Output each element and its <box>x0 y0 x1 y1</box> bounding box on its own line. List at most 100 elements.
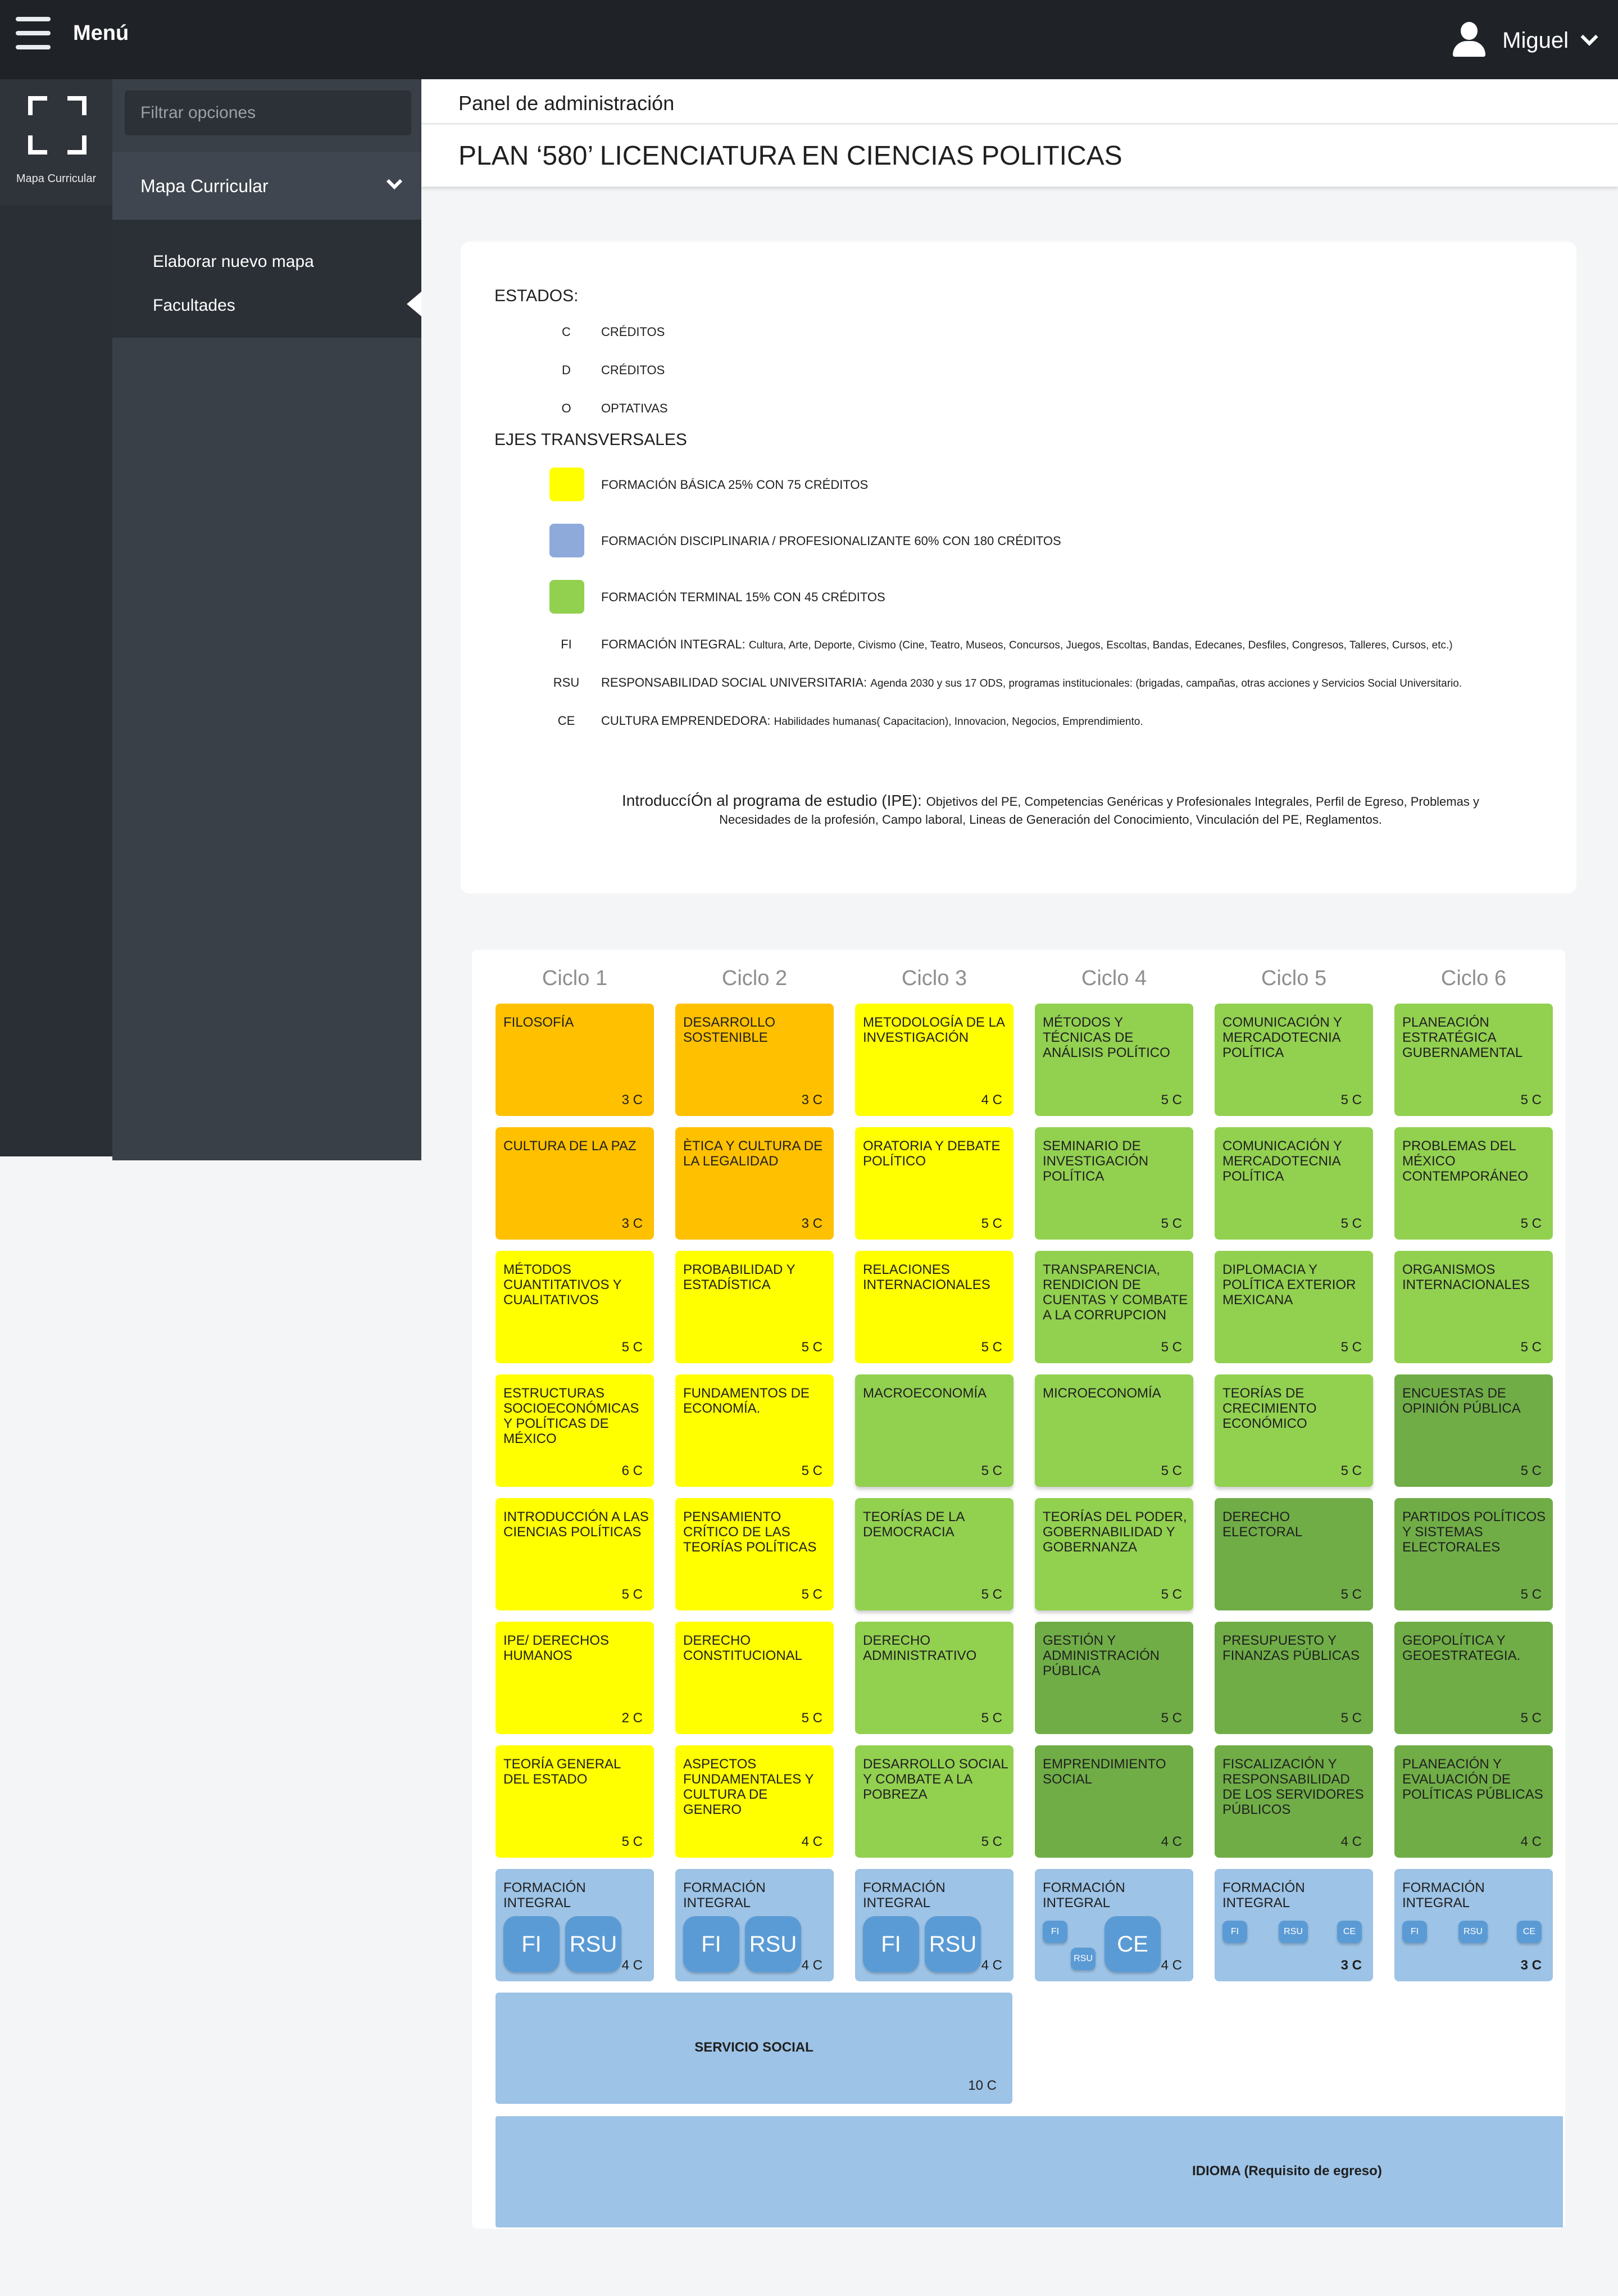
course-credits: 4 C <box>801 1834 822 1849</box>
course-card[interactable]: FISCALIZACIÓN Y RESPONSABILIDAD DE LOS S… <box>1215 1745 1373 1858</box>
course-card[interactable]: PARTIDOS POLÍTICOS Y SISTEMAS ELECTORALE… <box>1394 1498 1553 1610</box>
badge-fi: FI <box>1402 1921 1427 1943</box>
sidebar-item-facultades[interactable]: Facultades <box>153 296 235 315</box>
badge-ce: CE <box>1337 1921 1362 1943</box>
badge-fi: FI <box>683 1916 739 1972</box>
course-card[interactable]: DESARROLLO SOSTENIBLE 3 C <box>675 1004 834 1116</box>
course-card[interactable]: COMUNICACIÓN Y MERCADOTECNIA POLÍTICA 5 C <box>1215 1127 1373 1240</box>
panel-header: Panel de administración <box>421 79 1618 124</box>
course-card[interactable]: FUNDAMENTOS DE ECONOMÍA. 5 C <box>675 1374 834 1487</box>
course-card[interactable]: TEORÍAS DE LA DEMOCRACIA 5 C <box>855 1498 1013 1610</box>
course-card[interactable]: ORATORIA Y DEBATE POLÍTICO 5 C <box>855 1127 1013 1240</box>
formacion-integral-card[interactable]: FORMACIÓN INTEGRAL FI RSU 4 C <box>675 1869 834 1981</box>
course-card[interactable]: RELACIONES INTERNACIONALES 5 C <box>855 1251 1013 1363</box>
course-card[interactable]: CULTURA DE LA PAZ 3 C <box>496 1127 654 1240</box>
course-card[interactable]: TEORÍA GENERAL DEL ESTADO 5 C <box>496 1745 654 1858</box>
course-card[interactable]: MACROECONOMÍA 5 C <box>855 1374 1013 1487</box>
course-card[interactable]: ÈTICA Y CULTURA DE LA LEGALIDAD 3 C <box>675 1127 834 1240</box>
course-card[interactable]: TEORÍAS DE CRECIMIENTO ECONÓMICO 5 C <box>1215 1374 1373 1487</box>
course-credits: 5 C <box>801 1710 822 1726</box>
course-card[interactable]: PRESUPUESTO Y FINANZAS PÚBLICAS 5 C <box>1215 1622 1373 1734</box>
course-name: MICROECONOMÍA <box>1043 1386 1161 1401</box>
course-credits: 6 C <box>621 1463 643 1478</box>
top-bar: Menú Miguel <box>0 0 1618 79</box>
course-credits: 5 C <box>981 1834 1002 1849</box>
course-credits: 5 C <box>1520 1340 1542 1355</box>
course-card[interactable]: ENCUESTAS DE OPINIÓN PÚBLICA 5 C <box>1394 1374 1553 1487</box>
user-avatar-icon <box>1451 22 1488 59</box>
course-name: DERECHO ADMINISTRATIVO <box>863 1633 977 1663</box>
course-card[interactable]: FILOSOFÍA 3 C <box>496 1004 654 1116</box>
badge-rsu: RSU <box>1071 1948 1096 1970</box>
badge-ce: CE <box>1105 1916 1161 1972</box>
course-name: CULTURA DE LA PAZ <box>503 1138 637 1154</box>
course-credits: 4 C <box>1520 1834 1542 1849</box>
course-card[interactable]: PENSAMIENTO CRÍTICO DE LAS TEORÍAS POLÍT… <box>675 1498 834 1610</box>
course-name: COMUNICACIÓN Y MERCADOTECNIA POLÍTICA <box>1222 1138 1342 1184</box>
course-card[interactable]: DESARROLLO SOCIAL Y COMBATE A LA POBREZA… <box>855 1745 1013 1858</box>
menu-title[interactable]: Menú <box>73 21 129 46</box>
course-card[interactable]: COMUNICACIÓN Y MERCADOTECNIA POLÍTICA 5 C <box>1215 1004 1373 1116</box>
course-card[interactable]: ORGANISMOS INTERNACIONALES 5 C <box>1394 1251 1553 1363</box>
course-credits: 3 C <box>621 1216 643 1231</box>
course-name: PRESUPUESTO Y FINANZAS PÚBLICAS <box>1222 1633 1360 1663</box>
course-card[interactable]: PROBABILIDAD Y ESTADÍSTICA 5 C <box>675 1251 834 1363</box>
cycle-header: Ciclo 5 <box>1261 967 1327 990</box>
sidebar-item-elaborar-nuevo-mapa[interactable]: Elaborar nuevo mapa <box>153 252 314 271</box>
sidebar-section-mapa-curricular[interactable]: Mapa Curricular <box>112 152 421 220</box>
course-card[interactable]: MICROECONOMÍA 5 C <box>1035 1374 1193 1487</box>
course-card[interactable]: MÉTODOS CUANTITATIVOS Y CUALITATIVOS 5 C <box>496 1251 654 1363</box>
course-card[interactable]: DERECHO ELECTORAL 5 C <box>1215 1498 1373 1610</box>
badge-ce: CE <box>1517 1921 1542 1943</box>
course-credits: 5 C <box>1161 1216 1182 1231</box>
course-card[interactable]: PLANEACIÓN ESTRATÉGICA GUBERNAMENTAL 5 C <box>1394 1004 1553 1116</box>
estado-label: CRÉDITOS <box>601 325 665 339</box>
formacion-integral-card[interactable]: FORMACIÓN INTEGRAL FI RSU CE 3 C <box>1215 1869 1373 1981</box>
estado-label: CRÉDITOS <box>601 363 665 377</box>
course-card[interactable]: PROBLEMAS DEL MÉXICO CONTEMPORÁNEO 5 C <box>1394 1127 1553 1240</box>
hamburger-menu-icon[interactable] <box>16 16 51 51</box>
idioma-block[interactable]: IDIOMA (Requisito de egreso) <box>496 2116 1563 2227</box>
course-card[interactable]: TEORÍAS DEL PODER, GOBERNABILIDAD Y GOBE… <box>1035 1498 1193 1610</box>
course-credits: 2 C <box>621 1710 643 1726</box>
course-name: PROBLEMAS DEL MÉXICO CONTEMPORÁNEO <box>1402 1138 1529 1184</box>
filter-options-input[interactable] <box>125 90 411 135</box>
user-menu[interactable]: Miguel <box>1451 20 1598 61</box>
course-credits: 5 C <box>801 1463 822 1478</box>
formacion-integral-card[interactable]: FORMACIÓN INTEGRAL FI RSU CE 3 C <box>1394 1869 1553 1981</box>
course-card[interactable]: GEOPOLÍTICA Y GEOESTRATEGIA. 5 C <box>1394 1622 1553 1734</box>
course-card[interactable]: MÉTODOS Y TÉCNICAS DE ANÁLISIS POLÍTICO 5… <box>1035 1004 1193 1116</box>
formacion-integral-card[interactable]: FORMACIÓN INTEGRAL FI RSU 4 C <box>496 1869 654 1981</box>
course-credits: 5 C <box>981 1463 1002 1478</box>
integral-item: CULTURA EMPRENDEDORA: Habilidades humana… <box>601 714 1143 728</box>
course-card[interactable]: ESTRUCTURAS SOCIOECONÓMICAS Y POLÍTICAS … <box>496 1374 654 1487</box>
integral-code: CE <box>557 714 575 728</box>
course-name: PROBABILIDAD Y ESTADÍSTICA <box>683 1262 796 1292</box>
rail-item-mapa-curricular[interactable]: Mapa Curricular <box>0 79 112 205</box>
course-card[interactable]: DIPLOMACIA Y POLÍTICA EXTERIOR MEXICANA 5… <box>1215 1251 1373 1363</box>
course-card[interactable]: TRANSPARENCIA, RENDICION DE CUENTAS Y CO… <box>1035 1251 1193 1363</box>
panel-title: Panel de administración <box>458 92 675 115</box>
course-card[interactable]: GESTIÓN Y ADMINISTRACIÓN PÚBLICA 5 C <box>1035 1622 1193 1734</box>
course-name: COMUNICACIÓN Y MERCADOTECNIA POLÍTICA <box>1222 1015 1342 1060</box>
course-credits: 5 C <box>1340 1463 1362 1478</box>
ejes-heading: EJES TRANSVERSALES <box>494 430 687 449</box>
integral-code: FI <box>561 637 572 651</box>
formacion-integral-card[interactable]: FORMACIÓN INTEGRAL FI RSU CE 4 C <box>1035 1869 1193 1981</box>
course-card[interactable]: EMPRENDIMIENTO SOCIAL 4 C <box>1035 1745 1193 1858</box>
course-card[interactable]: DERECHO ADMINISTRATIVO 5 C <box>855 1622 1013 1734</box>
course-card[interactable]: ASPECTOS FUNDAMENTALES Y CULTURA DE GENE… <box>675 1745 834 1858</box>
course-card[interactable]: INTRODUCCIÓN A LAS CIENCIAS POLÍTICAS 5 C <box>496 1498 654 1610</box>
servicio-social-label: SERVICIO SOCIAL <box>694 2040 813 2055</box>
course-card[interactable]: SEMINARIO DE INVESTIGACIÓN POLÍTICA 5 C <box>1035 1127 1193 1240</box>
course-credits: 5 C <box>1340 1710 1362 1726</box>
swatch-formacion-basica <box>549 468 584 501</box>
course-card[interactable]: METODOLOGÍA DE LA INVESTIGACIÓN 4 C <box>855 1004 1013 1116</box>
course-card[interactable]: PLANEACIÓN Y EVALUACIÓN DE POLÍTICAS PÚB… <box>1394 1745 1553 1858</box>
course-card[interactable]: IPE/ DERECHOS HUMANOS 2 C <box>496 1622 654 1734</box>
servicio-social-block[interactable]: SERVICIO SOCIAL 10 C <box>496 1993 1012 2104</box>
formacion-integral-card[interactable]: FORMACIÓN INTEGRAL FI RSU 4 C <box>855 1869 1013 1981</box>
estado-label: OPTATIVAS <box>601 401 668 415</box>
integral-label: FORMACIÓN INTEGRAL: <box>601 637 746 651</box>
course-card[interactable]: DERECHO CONSTITUCIONAL 5 C <box>675 1622 834 1734</box>
